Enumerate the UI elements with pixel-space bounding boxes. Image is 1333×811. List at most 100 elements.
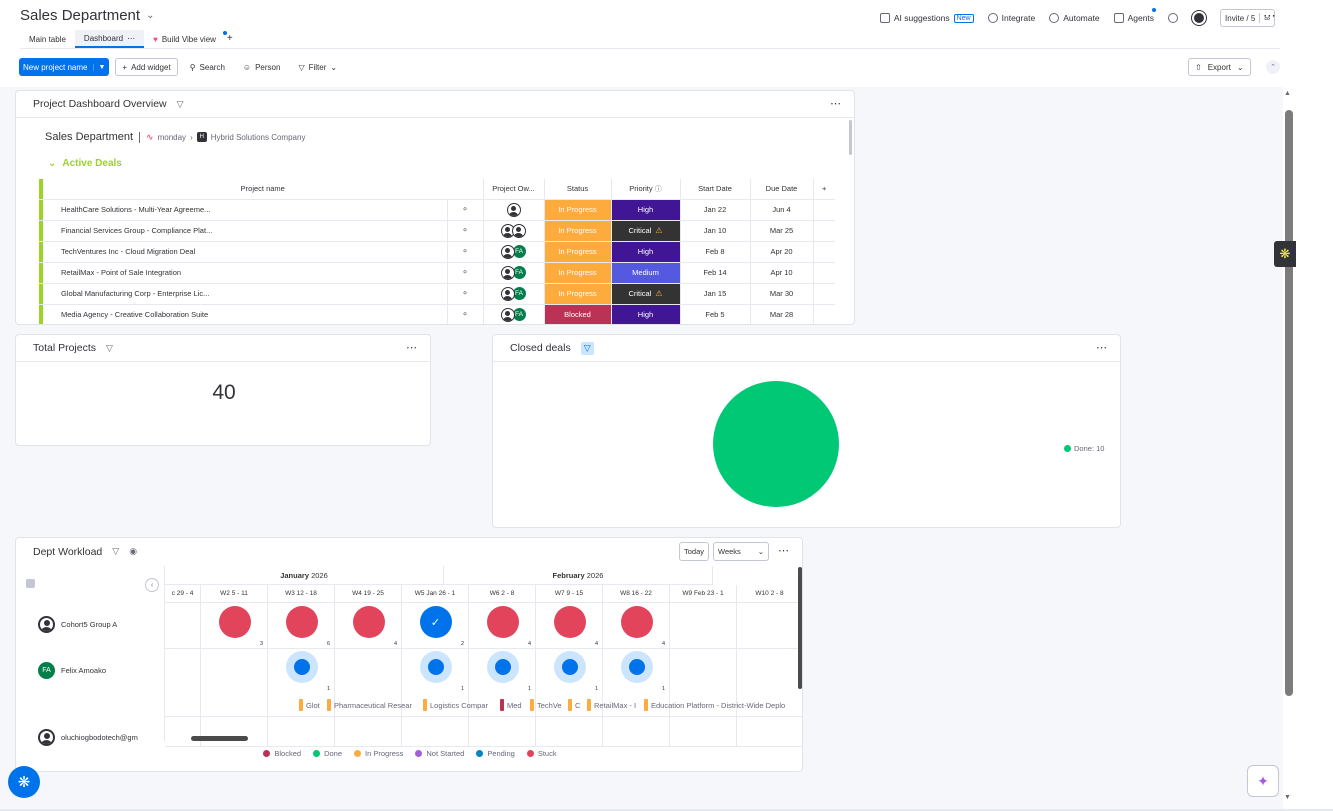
add-update-icon[interactable]: ⚬ bbox=[447, 241, 484, 263]
workload-row-person[interactable]: Cohort5 Group A bbox=[38, 616, 117, 633]
project-name-cell[interactable]: Media Agency - Creative Collaboration Su… bbox=[43, 304, 448, 324]
workspace-crumb[interactable]: ∿ monday › H Hybrid Solutions Company bbox=[146, 132, 305, 143]
status-cell[interactable]: In Progress bbox=[544, 220, 612, 242]
filter-icon[interactable]: ▽ bbox=[106, 343, 113, 354]
filter-icon[interactable]: ▽ bbox=[580, 341, 594, 355]
collapse-icon[interactable] bbox=[26, 579, 35, 588]
chevron-left-icon[interactable]: ‹ bbox=[145, 578, 159, 592]
overload-indicator[interactable] bbox=[218, 606, 251, 638]
owner-cell[interactable]: FA bbox=[483, 262, 545, 284]
priority-cell[interactable]: High bbox=[611, 241, 681, 263]
scroll-down-icon[interactable]: ▼ bbox=[1284, 794, 1291, 801]
overload-indicator[interactable] bbox=[486, 606, 519, 638]
column-header[interactable]: Due Date bbox=[750, 179, 814, 200]
start-date-cell[interactable]: Jan 15 bbox=[680, 283, 751, 305]
filter-button[interactable]: ▽ Filter ⌄ bbox=[292, 58, 343, 76]
due-date-cell[interactable]: Jun 4 bbox=[750, 199, 814, 221]
table-row[interactable]: Financial Services Group - Compliance Pl… bbox=[39, 220, 835, 242]
timeline-cell[interactable] bbox=[335, 717, 402, 747]
task-bar[interactable]: Pharmaceutical Resear bbox=[327, 699, 421, 711]
scroll-up-icon[interactable]: ▲ bbox=[1284, 90, 1291, 97]
automate-button[interactable]: Automate bbox=[1049, 13, 1100, 23]
more-options-icon[interactable]: ⋯ bbox=[406, 341, 418, 354]
more-options-icon[interactable]: ⋯ bbox=[830, 97, 842, 110]
weeks-select[interactable]: Weeks ⌄ bbox=[713, 542, 770, 561]
due-date-cell[interactable]: Apr 20 bbox=[750, 241, 814, 263]
horizontal-scrollbar[interactable] bbox=[191, 736, 248, 741]
start-date-cell[interactable]: Jan 22 bbox=[680, 199, 751, 221]
filter-icon[interactable]: ▽ bbox=[112, 546, 119, 557]
task-bar[interactable]: Med bbox=[500, 699, 528, 711]
project-name-cell[interactable]: HealthCare Solutions - Multi-Year Agreem… bbox=[43, 199, 448, 221]
timeline-cell[interactable] bbox=[201, 649, 268, 717]
timeline-cell[interactable] bbox=[201, 717, 268, 747]
overload-indicator[interactable] bbox=[285, 606, 318, 638]
column-header[interactable]: Project name bbox=[43, 179, 484, 200]
chevron-down-icon[interactable]: ⌄ bbox=[146, 10, 154, 21]
add-update-icon[interactable]: ⚬ bbox=[447, 304, 484, 324]
status-cell[interactable]: In Progress bbox=[544, 241, 612, 263]
task-bar[interactable]: Education Platform - District-Wide Deplo bbox=[644, 699, 802, 711]
start-date-cell[interactable]: Feb 14 bbox=[680, 262, 751, 284]
help-button[interactable]: ❋ bbox=[8, 766, 40, 798]
priority-cell[interactable]: Critical ⚠ bbox=[611, 220, 681, 242]
task-bar[interactable]: TechVe bbox=[530, 699, 566, 711]
add-update-icon[interactable]: ⚬ bbox=[447, 283, 484, 305]
done-check-icon[interactable]: ✓ bbox=[419, 606, 452, 638]
column-header[interactable]: Project Ow... bbox=[483, 179, 545, 200]
add-update-icon[interactable]: ⚬ bbox=[447, 262, 484, 284]
due-date-cell[interactable]: Apr 10 bbox=[750, 262, 814, 284]
priority-cell[interactable]: High bbox=[611, 199, 681, 221]
timeline-cell[interactable] bbox=[268, 717, 335, 747]
tab-options-icon[interactable]: ⋯ bbox=[127, 34, 135, 43]
export-button[interactable]: ⇧ Export ⌄ bbox=[1188, 58, 1251, 76]
start-date-cell[interactable]: Jan 10 bbox=[680, 220, 751, 242]
workload-row-person[interactable]: FA Felix Amoako bbox=[38, 662, 106, 679]
project-name-cell[interactable]: TechVentures Inc - Cloud Migration Deal bbox=[43, 241, 448, 263]
priority-cell[interactable]: Medium bbox=[611, 262, 681, 284]
ai-assistant-button[interactable]: ✦ bbox=[1247, 765, 1279, 797]
overload-indicator[interactable] bbox=[553, 606, 586, 638]
task-bar[interactable]: Logistics Compar bbox=[423, 699, 498, 711]
new-project-button[interactable]: New project name ▼ bbox=[19, 58, 110, 76]
project-name-cell[interactable]: Global Manufacturing Corp - Enterprise L… bbox=[43, 283, 448, 305]
table-row[interactable]: TechVentures Inc - Cloud Migration Deal ⚬… bbox=[39, 241, 835, 263]
status-cell[interactable]: In Progress bbox=[544, 262, 612, 284]
workload-row-person[interactable]: oluchiogbodotech@gm bbox=[38, 729, 138, 746]
status-cell[interactable]: In Progress bbox=[544, 283, 612, 305]
due-date-cell[interactable]: Mar 30 bbox=[750, 283, 814, 305]
pie-slice-done[interactable] bbox=[713, 381, 839, 507]
table-row[interactable]: Global Manufacturing Corp - Enterprise L… bbox=[39, 283, 835, 305]
owner-cell[interactable]: FA bbox=[483, 283, 545, 305]
person-filter-button[interactable]: ☺ Person bbox=[237, 58, 287, 76]
timeline-cell[interactable] bbox=[737, 603, 802, 649]
pie-chart[interactable] bbox=[712, 380, 840, 508]
overload-indicator[interactable] bbox=[620, 606, 653, 638]
timeline-cell[interactable] bbox=[469, 717, 536, 747]
board-name[interactable]: Sales Department bbox=[45, 131, 133, 143]
timeline-cell[interactable] bbox=[402, 717, 469, 747]
group-header[interactable]: ⌄ Active Deals bbox=[48, 158, 122, 169]
chat-icon[interactable] bbox=[1168, 13, 1179, 23]
vertical-scrollbar[interactable] bbox=[798, 567, 802, 689]
owner-cell[interactable]: FA bbox=[483, 241, 545, 263]
board-title[interactable]: Sales Department ⌄ bbox=[20, 7, 154, 24]
project-name-cell[interactable]: Financial Services Group - Compliance Pl… bbox=[43, 220, 448, 242]
owner-cell[interactable]: FA bbox=[483, 304, 545, 324]
owner-cell[interactable] bbox=[483, 220, 545, 242]
more-options-icon[interactable]: ⋯ bbox=[1263, 8, 1277, 24]
more-options-icon[interactable]: ⋯ bbox=[778, 544, 790, 557]
project-name-cell[interactable]: RetailMax - Point of Sale Integration bbox=[43, 262, 448, 284]
today-button[interactable]: Today bbox=[679, 542, 710, 561]
sidekick-flower-icon[interactable]: ❋ bbox=[1274, 241, 1296, 267]
add-update-icon[interactable]: ⚬ bbox=[447, 199, 484, 221]
chevron-down-icon[interactable]: ▼ bbox=[93, 63, 105, 71]
collapse-header-icon[interactable]: ⌃ bbox=[1266, 60, 1280, 74]
chevron-down-icon[interactable]: ⌄ bbox=[48, 158, 56, 169]
add-column-icon[interactable]: + bbox=[813, 179, 835, 200]
timeline-cell[interactable] bbox=[737, 717, 802, 747]
tab-build-vibe-view[interactable]: ♥ Build Vibe view bbox=[144, 30, 227, 48]
timeline-cell[interactable] bbox=[536, 717, 603, 747]
tab-dashboard[interactable]: Dashboard ⋯ bbox=[74, 30, 145, 48]
column-header[interactable]: Status bbox=[544, 179, 612, 200]
